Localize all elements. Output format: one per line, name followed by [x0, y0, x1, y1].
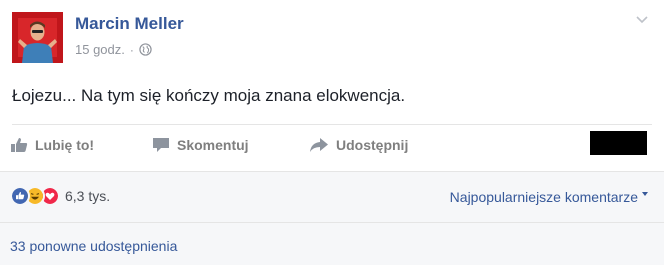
- post-timestamp[interactable]: 15 godz.: [75, 42, 125, 57]
- post-meta: 15 godz. ·: [75, 42, 152, 57]
- comment-sort-dropdown[interactable]: Najpopularniejsze komentarze: [450, 189, 648, 205]
- comment-icon: [153, 138, 169, 152]
- like-label: Lubię to!: [35, 137, 95, 153]
- comment-label: Skomentuj: [177, 137, 249, 153]
- chevron-down-icon[interactable]: [634, 12, 650, 28]
- share-label: Udostępnij: [336, 137, 409, 153]
- avatar-image: [12, 12, 63, 63]
- share-arrow-icon: [310, 138, 328, 152]
- like-button[interactable]: Lubię to!: [10, 125, 94, 165]
- redacted-block: [590, 131, 647, 155]
- reaction-count: 6,3 tys.: [65, 188, 111, 204]
- action-bar: Lubię to! Skomentuj Udostępnij: [0, 125, 664, 165]
- divider: [0, 222, 664, 223]
- post-text: Łojezu... Na tym się kończy moja znana e…: [12, 86, 406, 105]
- shares-link[interactable]: 33 ponowne udostępnienia: [10, 238, 177, 254]
- like-reaction-icon: [10, 186, 30, 206]
- caret-down-icon: [642, 192, 648, 196]
- comment-button[interactable]: Skomentuj: [152, 125, 249, 165]
- thumbs-up-icon: [11, 138, 28, 152]
- globe-icon[interactable]: [139, 43, 152, 56]
- author-avatar[interactable]: [12, 12, 63, 63]
- meta-separator: ·: [129, 42, 134, 57]
- facebook-post: Marcin Meller 15 godz. · Łojezu... Na ty…: [0, 0, 664, 265]
- reaction-icons: [10, 186, 60, 206]
- reactions-summary[interactable]: 6,3 tys.: [10, 186, 110, 206]
- share-button[interactable]: Udostępnij: [309, 125, 408, 165]
- comment-sort-label: Najpopularniejsze komentarze: [449, 189, 638, 205]
- author-name-link[interactable]: Marcin Meller: [75, 14, 184, 34]
